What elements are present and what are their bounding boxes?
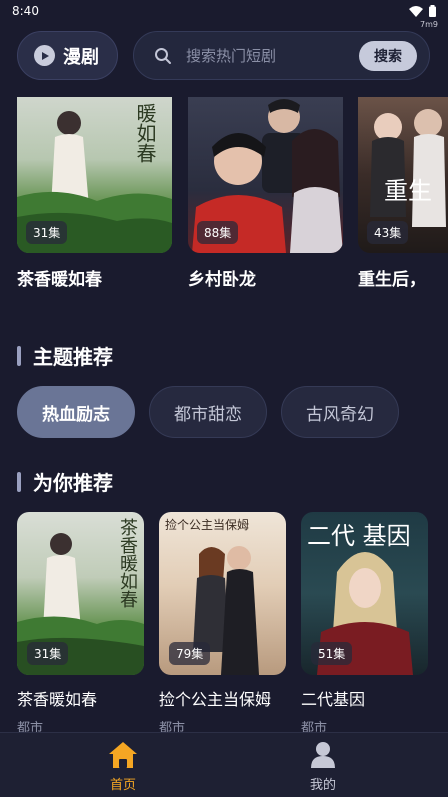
card-title: 茶香暖如春	[17, 270, 102, 290]
brand-button[interactable]: 漫剧	[17, 31, 118, 80]
card-title: 捡个公主当保姆	[159, 690, 272, 709]
poster-image: 88集	[188, 97, 343, 253]
status-icons	[409, 5, 436, 17]
user-icon	[311, 742, 335, 768]
nav-profile[interactable]: 我的	[283, 741, 363, 793]
episode-badge: 31集	[27, 642, 69, 665]
search-input[interactable]: 搜索热门短剧	[186, 45, 359, 66]
card-title: 二代基因	[301, 690, 366, 709]
play-icon	[34, 45, 55, 66]
featured-card[interactable]: 重生 43集 重生后，	[358, 97, 448, 290]
episode-badge: 51集	[311, 642, 353, 665]
episode-badge: 43集	[367, 221, 409, 244]
search-bar[interactable]: 搜索热门短剧 搜索	[133, 31, 430, 80]
poster-calligraphy: 暖如春	[133, 103, 157, 163]
theme-chip[interactable]: 都市甜恋	[149, 386, 267, 438]
section-title: 主题推荐	[33, 345, 113, 369]
search-button[interactable]: 搜索	[359, 40, 417, 71]
recommend-section-header: 为你推荐	[17, 467, 113, 496]
wifi-icon	[409, 5, 423, 17]
featured-card[interactable]: 暖如春 31集 茶香暖如春	[17, 97, 172, 290]
home-icon	[109, 742, 137, 768]
poster-image: 捡个公主当保姆 79集	[159, 512, 286, 675]
episode-badge: 31集	[26, 221, 68, 244]
brand-label: 漫剧	[63, 46, 99, 68]
card-title: 重生后，	[358, 270, 426, 290]
battery-icon	[429, 5, 436, 17]
episode-badge: 79集	[169, 642, 211, 665]
poster-calligraphy: 捡个公主当保姆	[165, 518, 250, 532]
section-title: 为你推荐	[33, 471, 113, 495]
section-marker	[17, 345, 21, 366]
poster-calligraphy: 茶香暖如春	[117, 518, 138, 608]
nav-home[interactable]: 首页	[83, 741, 163, 793]
section-marker	[17, 471, 21, 492]
nav-label: 我的	[309, 778, 336, 793]
bottom-nav: 首页 我的	[0, 732, 448, 797]
featured-carousel[interactable]: 暖如春 31集 茶香暖如春 88集 乡村卧龙 重生 43集 重生后，	[0, 97, 448, 297]
poster-calligraphy: 重生	[384, 177, 432, 205]
poster-image: 茶香暖如春 31集	[17, 512, 144, 675]
poster-image: 二代 基因 51集	[301, 512, 428, 675]
top-bar: 漫剧 搜索热门短剧 搜索	[0, 28, 448, 84]
search-icon	[155, 47, 171, 64]
nav-label: 首页	[109, 778, 136, 793]
recommend-card[interactable]: 捡个公主当保姆 79集 捡个公主当保姆 都市	[159, 512, 286, 736]
episode-badge: 88集	[197, 221, 239, 244]
status-time: 8:40	[12, 4, 39, 18]
theme-chips: 热血励志 都市甜恋 古风奇幻	[17, 386, 399, 438]
featured-card[interactable]: 88集 乡村卧龙	[188, 97, 343, 290]
recommend-card[interactable]: 二代 基因 51集 二代基因 都市	[301, 512, 428, 736]
poster-image: 重生 43集	[358, 97, 448, 253]
poster-calligraphy: 二代 基因	[307, 522, 411, 550]
card-title: 乡村卧龙	[188, 270, 256, 290]
theme-chip[interactable]: 古风奇幻	[281, 386, 399, 438]
recommend-card[interactable]: 茶香暖如春 31集 茶香暖如春 都市	[17, 512, 144, 736]
poster-image: 暖如春 31集	[17, 97, 172, 253]
status-bar: 8:40	[0, 0, 448, 22]
card-title: 茶香暖如春	[17, 690, 98, 709]
theme-section-header: 主题推荐	[17, 341, 113, 370]
theme-chip[interactable]: 热血励志	[17, 386, 135, 438]
recommend-grid: 茶香暖如春 31集 茶香暖如春 都市 捡个公主当保姆 79集 捡个公主当保姆 都…	[17, 512, 437, 736]
